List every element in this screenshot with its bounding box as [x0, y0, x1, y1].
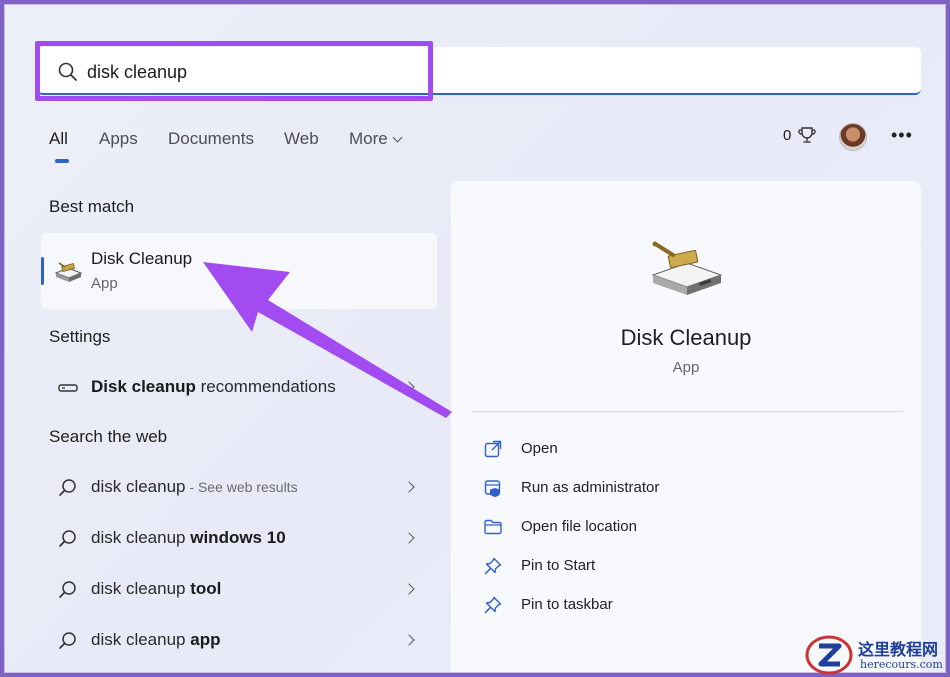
tab-active-indicator — [55, 159, 69, 163]
chevron-right-icon — [403, 532, 415, 544]
action-label: Open — [521, 440, 558, 457]
search-icon — [59, 581, 76, 598]
chevron-right-icon — [403, 583, 415, 595]
action-label: Pin to taskbar — [521, 596, 613, 613]
shield-icon — [484, 480, 501, 497]
tab-apps[interactable]: Apps — [99, 129, 138, 149]
avatar[interactable] — [839, 123, 867, 151]
search-icon — [58, 62, 77, 81]
selection-indicator — [41, 257, 44, 285]
chevron-right-icon — [403, 381, 415, 393]
search-icon — [59, 530, 76, 547]
tab-more[interactable]: More — [349, 129, 403, 149]
web-result-bold: tool — [190, 579, 222, 598]
open-external-icon — [484, 440, 502, 458]
pin-icon — [484, 596, 502, 614]
web-result-text: disk cleanup — [91, 528, 191, 547]
web-result-text: disk cleanup — [91, 630, 191, 649]
trophy-icon[interactable] — [797, 125, 817, 145]
action-open[interactable]: Open — [483, 437, 783, 467]
web-result-item[interactable]: disk cleanup app — [41, 620, 437, 660]
details-panel: Disk Cleanup App Open Run as administrat… — [451, 181, 921, 672]
action-pin-to-start[interactable]: Pin to Start — [483, 554, 783, 584]
more-options-icon[interactable]: ••• — [891, 125, 913, 146]
watermark-url: herecours.com — [860, 658, 943, 671]
details-app-type: App — [672, 359, 700, 376]
settings-item-rest: recommendations — [195, 377, 336, 396]
search-icon — [59, 632, 76, 649]
action-open-file-location[interactable]: Open file location — [483, 515, 783, 545]
tab-web[interactable]: Web — [284, 129, 319, 149]
tab-label: Documents — [168, 129, 254, 148]
chevron-right-icon — [403, 634, 415, 646]
tab-label: More — [349, 129, 388, 148]
storage-icon — [58, 384, 78, 392]
watermark-logo-icon — [805, 635, 853, 675]
action-run-as-administrator[interactable]: Run as administrator — [483, 476, 783, 506]
watermark-title: 这里教程网 — [858, 640, 939, 659]
action-label: Open file location — [521, 518, 637, 535]
tab-label: Apps — [99, 129, 138, 148]
action-label: Run as administrator — [521, 479, 660, 496]
best-match-name: Disk Cleanup — [91, 249, 193, 268]
tab-documents[interactable]: Documents — [168, 129, 254, 149]
settings-heading: Settings — [49, 327, 111, 346]
settings-item-bold: Disk cleanup — [91, 377, 196, 396]
web-result-bold: app — [190, 630, 221, 649]
best-match-type: App — [91, 275, 118, 292]
details-app-name: Disk Cleanup — [620, 325, 752, 350]
watermark: 这里教程网 herecours.com — [800, 632, 950, 677]
chevron-down-icon — [392, 132, 403, 143]
web-result-bold: windows 10 — [190, 528, 286, 547]
settings-item-disk-cleanup[interactable]: Disk cleanup recommendations — [41, 367, 437, 407]
tab-all[interactable]: All — [49, 129, 69, 163]
web-result-text: disk cleanup — [91, 477, 186, 496]
best-match-item[interactable]: Disk Cleanup App — [41, 233, 437, 309]
search-web-heading: Search the web — [49, 427, 168, 446]
folder-icon — [484, 519, 502, 535]
web-result-item[interactable]: disk cleanup tool — [41, 569, 437, 609]
search-input[interactable] — [87, 55, 447, 89]
divider — [471, 411, 903, 412]
tab-label: Web — [284, 129, 319, 148]
action-pin-to-taskbar[interactable]: Pin to taskbar — [483, 593, 783, 623]
search-icon — [59, 479, 76, 496]
action-label: Pin to Start — [521, 557, 596, 574]
chevron-right-icon — [403, 481, 415, 493]
web-result-sub: - See web results — [185, 479, 298, 495]
disk-cleanup-app-icon — [54, 262, 83, 282]
rewards-points: 0 — [783, 127, 792, 144]
web-result-item[interactable]: disk cleanup - See web results — [41, 467, 437, 507]
best-match-heading: Best match — [49, 197, 135, 216]
web-result-item[interactable]: disk cleanup windows 10 — [41, 518, 437, 558]
web-result-text: disk cleanup — [91, 579, 191, 598]
search-window: All Apps Documents Web More 0 ••• Best m… — [4, 4, 946, 673]
search-bar[interactable] — [37, 47, 921, 95]
pin-icon — [484, 557, 502, 575]
disk-cleanup-app-icon — [651, 241, 723, 295]
tab-label: All — [49, 129, 68, 148]
